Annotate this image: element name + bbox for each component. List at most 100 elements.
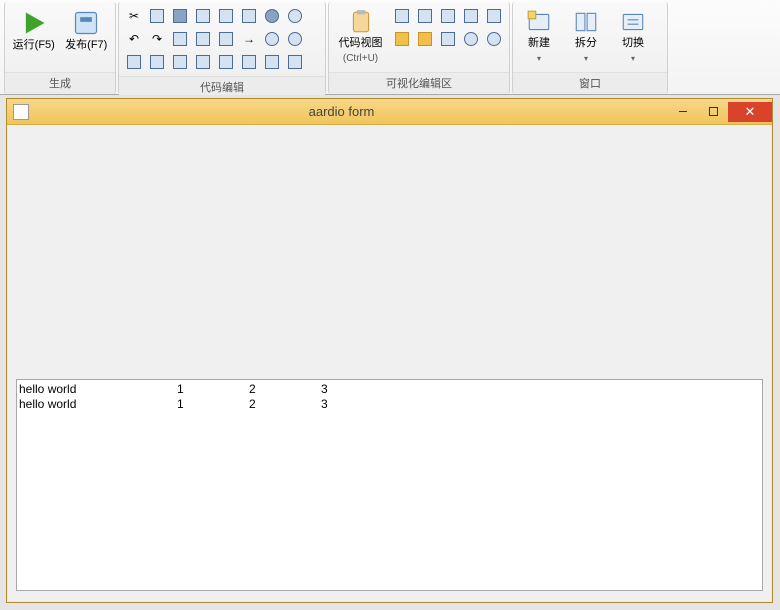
find-icon [127,55,141,69]
listview-control[interactable]: hello world 1 2 3 hello world 1 2 3 [16,379,763,591]
switch-window-icon [619,9,647,35]
close-icon: ✕ [745,104,756,120]
indent-right-button[interactable] [238,5,260,27]
next-bookmark-icon [288,32,302,46]
prev-bookmark-button[interactable] [261,28,283,50]
cell: hello world [19,381,177,396]
align-top-button[interactable] [460,5,482,27]
code-view-line2: (Ctrl+U) [343,52,378,65]
maximize-button[interactable] [698,102,728,122]
ribbon-group-visual-label: 可视化编辑区 [329,72,509,94]
cut-button[interactable]: ✂ [123,5,145,27]
uncomment-icon [196,32,210,46]
split-window-button[interactable]: 拆分 ▾ [564,5,608,69]
new-window-button[interactable]: 新建 ▾ [517,5,561,69]
table-row[interactable]: hello world 1 2 3 [19,396,393,411]
dropdown-icon: ▾ [631,52,635,65]
indent-left-button[interactable] [215,5,237,27]
maximize-icon [709,107,718,116]
undo-icon: ↶ [129,32,139,46]
designer-workspace: aardio form ✕ hello world 1 2 3 hello wo… [0,95,780,610]
anchor-b-button[interactable] [483,28,505,50]
code-view-line1: 代码视图 [339,37,383,50]
dropdown-icon: ▾ [537,52,541,65]
cell: hello world [19,396,177,411]
ribbon-group-edit: ✂ ↶ ↷ → [118,2,326,94]
bookmark-icon [265,9,279,23]
comment-button[interactable] [169,28,191,50]
run-button[interactable]: 运行(F5) [9,5,59,69]
same-width-button[interactable] [391,28,413,50]
minimize-icon [679,111,687,113]
grid-toggle-button[interactable] [437,28,459,50]
uncomment-button[interactable] [192,28,214,50]
align-left-button[interactable] [391,5,413,27]
comment-icon [173,32,187,46]
bookmark-clear-icon [288,9,302,23]
form-client-area[interactable]: hello world 1 2 3 hello world 1 2 3 [11,129,768,596]
indent-right-icon [242,9,256,23]
edit-tool-e-button[interactable] [261,51,283,73]
table-row[interactable]: hello world 1 2 3 [19,381,393,396]
copy-button[interactable] [146,5,168,27]
cell: 1 [177,396,249,411]
anchor-a-icon [464,32,478,46]
tool-e-icon [265,55,279,69]
new-window-label: 新建 [528,37,550,50]
prev-bookmark-icon [265,32,279,46]
ribbon-group-window-label: 窗口 [513,72,667,94]
cell: 1 [177,381,249,396]
tool-f-icon [288,55,302,69]
clipboard-icon [347,9,375,35]
edit-tool-f-button[interactable] [284,51,306,73]
align-bottom-icon [487,9,501,23]
form-window[interactable]: aardio form ✕ hello world 1 2 3 hello wo… [6,98,773,603]
bookmark-button[interactable] [261,5,283,27]
goto-button[interactable]: → [238,28,260,50]
edit-tool-a-button[interactable] [169,51,191,73]
form-titlebar[interactable]: aardio form ✕ [7,99,772,125]
align-right-button[interactable] [437,5,459,27]
replace-button[interactable] [146,51,168,73]
close-button[interactable]: ✕ [728,102,772,122]
find-button[interactable] [123,51,145,73]
ribbon-group-visual: 代码视图 (Ctrl+U) 可视化编辑区 [328,2,510,94]
redo-button[interactable]: ↷ [146,28,168,50]
same-height-button[interactable] [414,28,436,50]
align-bottom-button[interactable] [483,5,505,27]
anchor-a-button[interactable] [460,28,482,50]
dropdown-icon: ▾ [584,52,588,65]
paste-icon [173,9,187,23]
code-view-button[interactable]: 代码视图 (Ctrl+U) [333,5,388,69]
copy-icon [150,9,164,23]
minimize-button[interactable] [668,102,698,122]
cell: 3 [321,396,393,411]
align-top-icon [464,9,478,23]
goto-icon: → [243,32,255,46]
same-width-icon [395,32,409,46]
format-icon [219,32,233,46]
format-button[interactable] [215,28,237,50]
tool-d-icon [242,55,256,69]
run-button-label: 运行(F5) [13,39,55,52]
publish-button[interactable]: 发布(F7) [62,5,112,69]
paste-button[interactable] [169,5,191,27]
next-bookmark-button[interactable] [284,28,306,50]
edit-tool-d-button[interactable] [238,51,260,73]
bookmark-clear-button[interactable] [284,5,306,27]
switch-window-label: 切换 [622,37,644,50]
same-height-icon [418,32,432,46]
switch-window-button[interactable]: 切换 ▾ [611,5,655,69]
grid-icon [441,32,455,46]
undo-button[interactable]: ↶ [123,28,145,50]
align-left-icon [395,9,409,23]
tool-b-icon [196,55,210,69]
cell: 2 [249,396,321,411]
cell: 3 [321,381,393,396]
edit-tool-b-button[interactable] [192,51,214,73]
system-icon [13,104,29,120]
tool-a-icon [173,55,187,69]
align-center-button[interactable] [414,5,436,27]
edit-tool-c-button[interactable] [215,51,237,73]
delete-button[interactable] [192,5,214,27]
